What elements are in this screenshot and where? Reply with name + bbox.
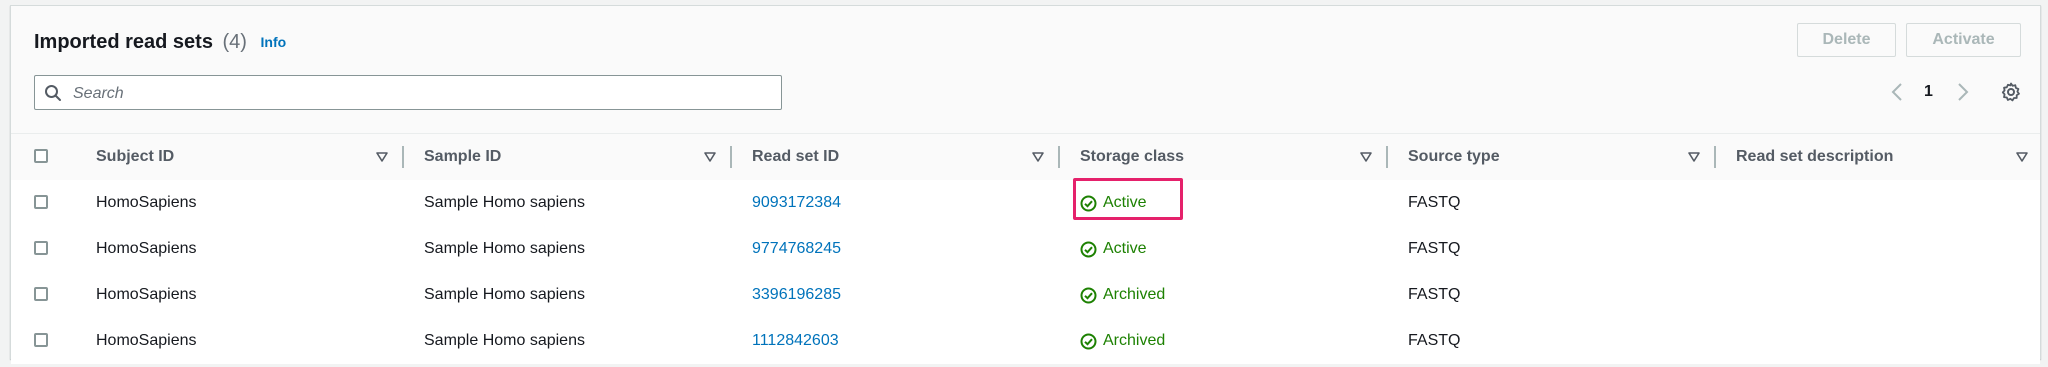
check-circle-icon <box>1080 241 1097 257</box>
subject-id-cell: HomoSapiens <box>96 332 197 349</box>
subject-id-cell: HomoSapiens <box>96 194 197 211</box>
check-circle-icon <box>1080 333 1097 349</box>
previous-page-button[interactable] <box>1890 80 1908 104</box>
caret-down-icon[interactable] <box>1360 152 1372 162</box>
storage-class-cell: Archived <box>1080 272 1165 318</box>
table-row[interactable]: HomoSapiens Sample Homo sapiens 33961962… <box>11 272 2040 319</box>
column-header-sample-id[interactable]: Sample ID <box>424 134 501 180</box>
column-resizer[interactable] <box>1058 146 1060 168</box>
column-header-read-set-description[interactable]: Read set description <box>1736 134 1893 180</box>
column-resizer[interactable] <box>402 146 404 168</box>
source-type-cell: FASTQ <box>1408 194 1461 211</box>
status-label: Active <box>1103 240 1147 257</box>
table-row[interactable]: HomoSapiens Sample Homo sapiens 97747682… <box>11 226 2040 273</box>
search-input[interactable] <box>71 76 775 111</box>
next-page-button[interactable] <box>1956 80 1974 104</box>
subject-id-cell: HomoSapiens <box>96 240 197 257</box>
source-type-cell: FASTQ <box>1408 240 1461 257</box>
column-header-read-set-id[interactable]: Read set ID <box>752 134 839 180</box>
caret-down-icon[interactable] <box>1688 152 1700 162</box>
column-resizer[interactable] <box>730 146 732 168</box>
sample-id-cell: Sample Homo sapiens <box>424 286 585 303</box>
read-set-id-link[interactable]: 9093172384 <box>752 180 841 226</box>
column-resizer[interactable] <box>1386 146 1388 168</box>
column-header-source-type[interactable]: Source type <box>1408 134 1500 180</box>
read-set-id-link[interactable]: 9774768245 <box>752 226 841 272</box>
search-box <box>34 75 782 111</box>
read-set-id-link[interactable]: 3396196285 <box>752 272 841 318</box>
read-set-id-link[interactable]: 1112842603 <box>752 318 839 364</box>
gear-icon <box>2001 82 2020 102</box>
column-header-storage-class[interactable]: Storage class <box>1080 134 1184 180</box>
column-resizer[interactable] <box>1714 146 1716 168</box>
row-checkbox[interactable] <box>34 195 48 209</box>
activate-button[interactable]: Activate <box>1906 23 2021 57</box>
storage-class-cell: Active <box>1080 226 1147 272</box>
row-checkbox[interactable] <box>34 333 48 347</box>
caret-down-icon[interactable] <box>2016 152 2028 162</box>
check-circle-icon <box>1080 287 1097 303</box>
search-icon <box>45 85 61 101</box>
sample-id-cell: Sample Homo sapiens <box>424 240 585 257</box>
subject-id-cell: HomoSapiens <box>96 286 197 303</box>
page-title: Imported read sets <box>34 31 213 53</box>
panel-header: Imported read sets (4) Info <box>34 31 286 54</box>
highlight-box <box>1073 178 1183 220</box>
info-link[interactable]: Info <box>261 34 287 50</box>
page-number[interactable]: 1 <box>1924 80 1933 104</box>
chevron-left-icon <box>1891 83 1902 101</box>
sample-id-cell: Sample Homo sapiens <box>424 194 585 211</box>
row-checkbox[interactable] <box>34 287 48 301</box>
table-header: Subject ID Sample ID Read set ID Storage… <box>11 133 2040 181</box>
storage-class-cell: Archived <box>1080 318 1165 364</box>
chevron-right-icon <box>1958 83 1969 101</box>
status-label: Archived <box>1103 332 1166 349</box>
source-type-cell: FASTQ <box>1408 286 1461 303</box>
caret-down-icon[interactable] <box>376 152 388 162</box>
caret-down-icon[interactable] <box>1032 152 1044 162</box>
row-checkbox[interactable] <box>34 241 48 255</box>
select-all-checkbox[interactable] <box>34 149 48 163</box>
sample-id-cell: Sample Homo sapiens <box>424 332 585 349</box>
column-header-subject-id[interactable]: Subject ID <box>96 134 174 180</box>
item-count: (4) <box>222 31 247 53</box>
read-sets-panel: Imported read sets (4) Info Delete Activ… <box>10 5 2041 364</box>
source-type-cell: FASTQ <box>1408 332 1461 349</box>
status-label: Archived <box>1103 286 1166 303</box>
caret-down-icon[interactable] <box>704 152 716 162</box>
table-row[interactable]: HomoSapiens Sample Homo sapiens 11128426… <box>11 318 2040 364</box>
table-row[interactable]: HomoSapiens Sample Homo sapiens 90931723… <box>11 180 2040 227</box>
delete-button[interactable]: Delete <box>1797 23 1896 57</box>
preferences-button[interactable] <box>2001 80 2023 104</box>
